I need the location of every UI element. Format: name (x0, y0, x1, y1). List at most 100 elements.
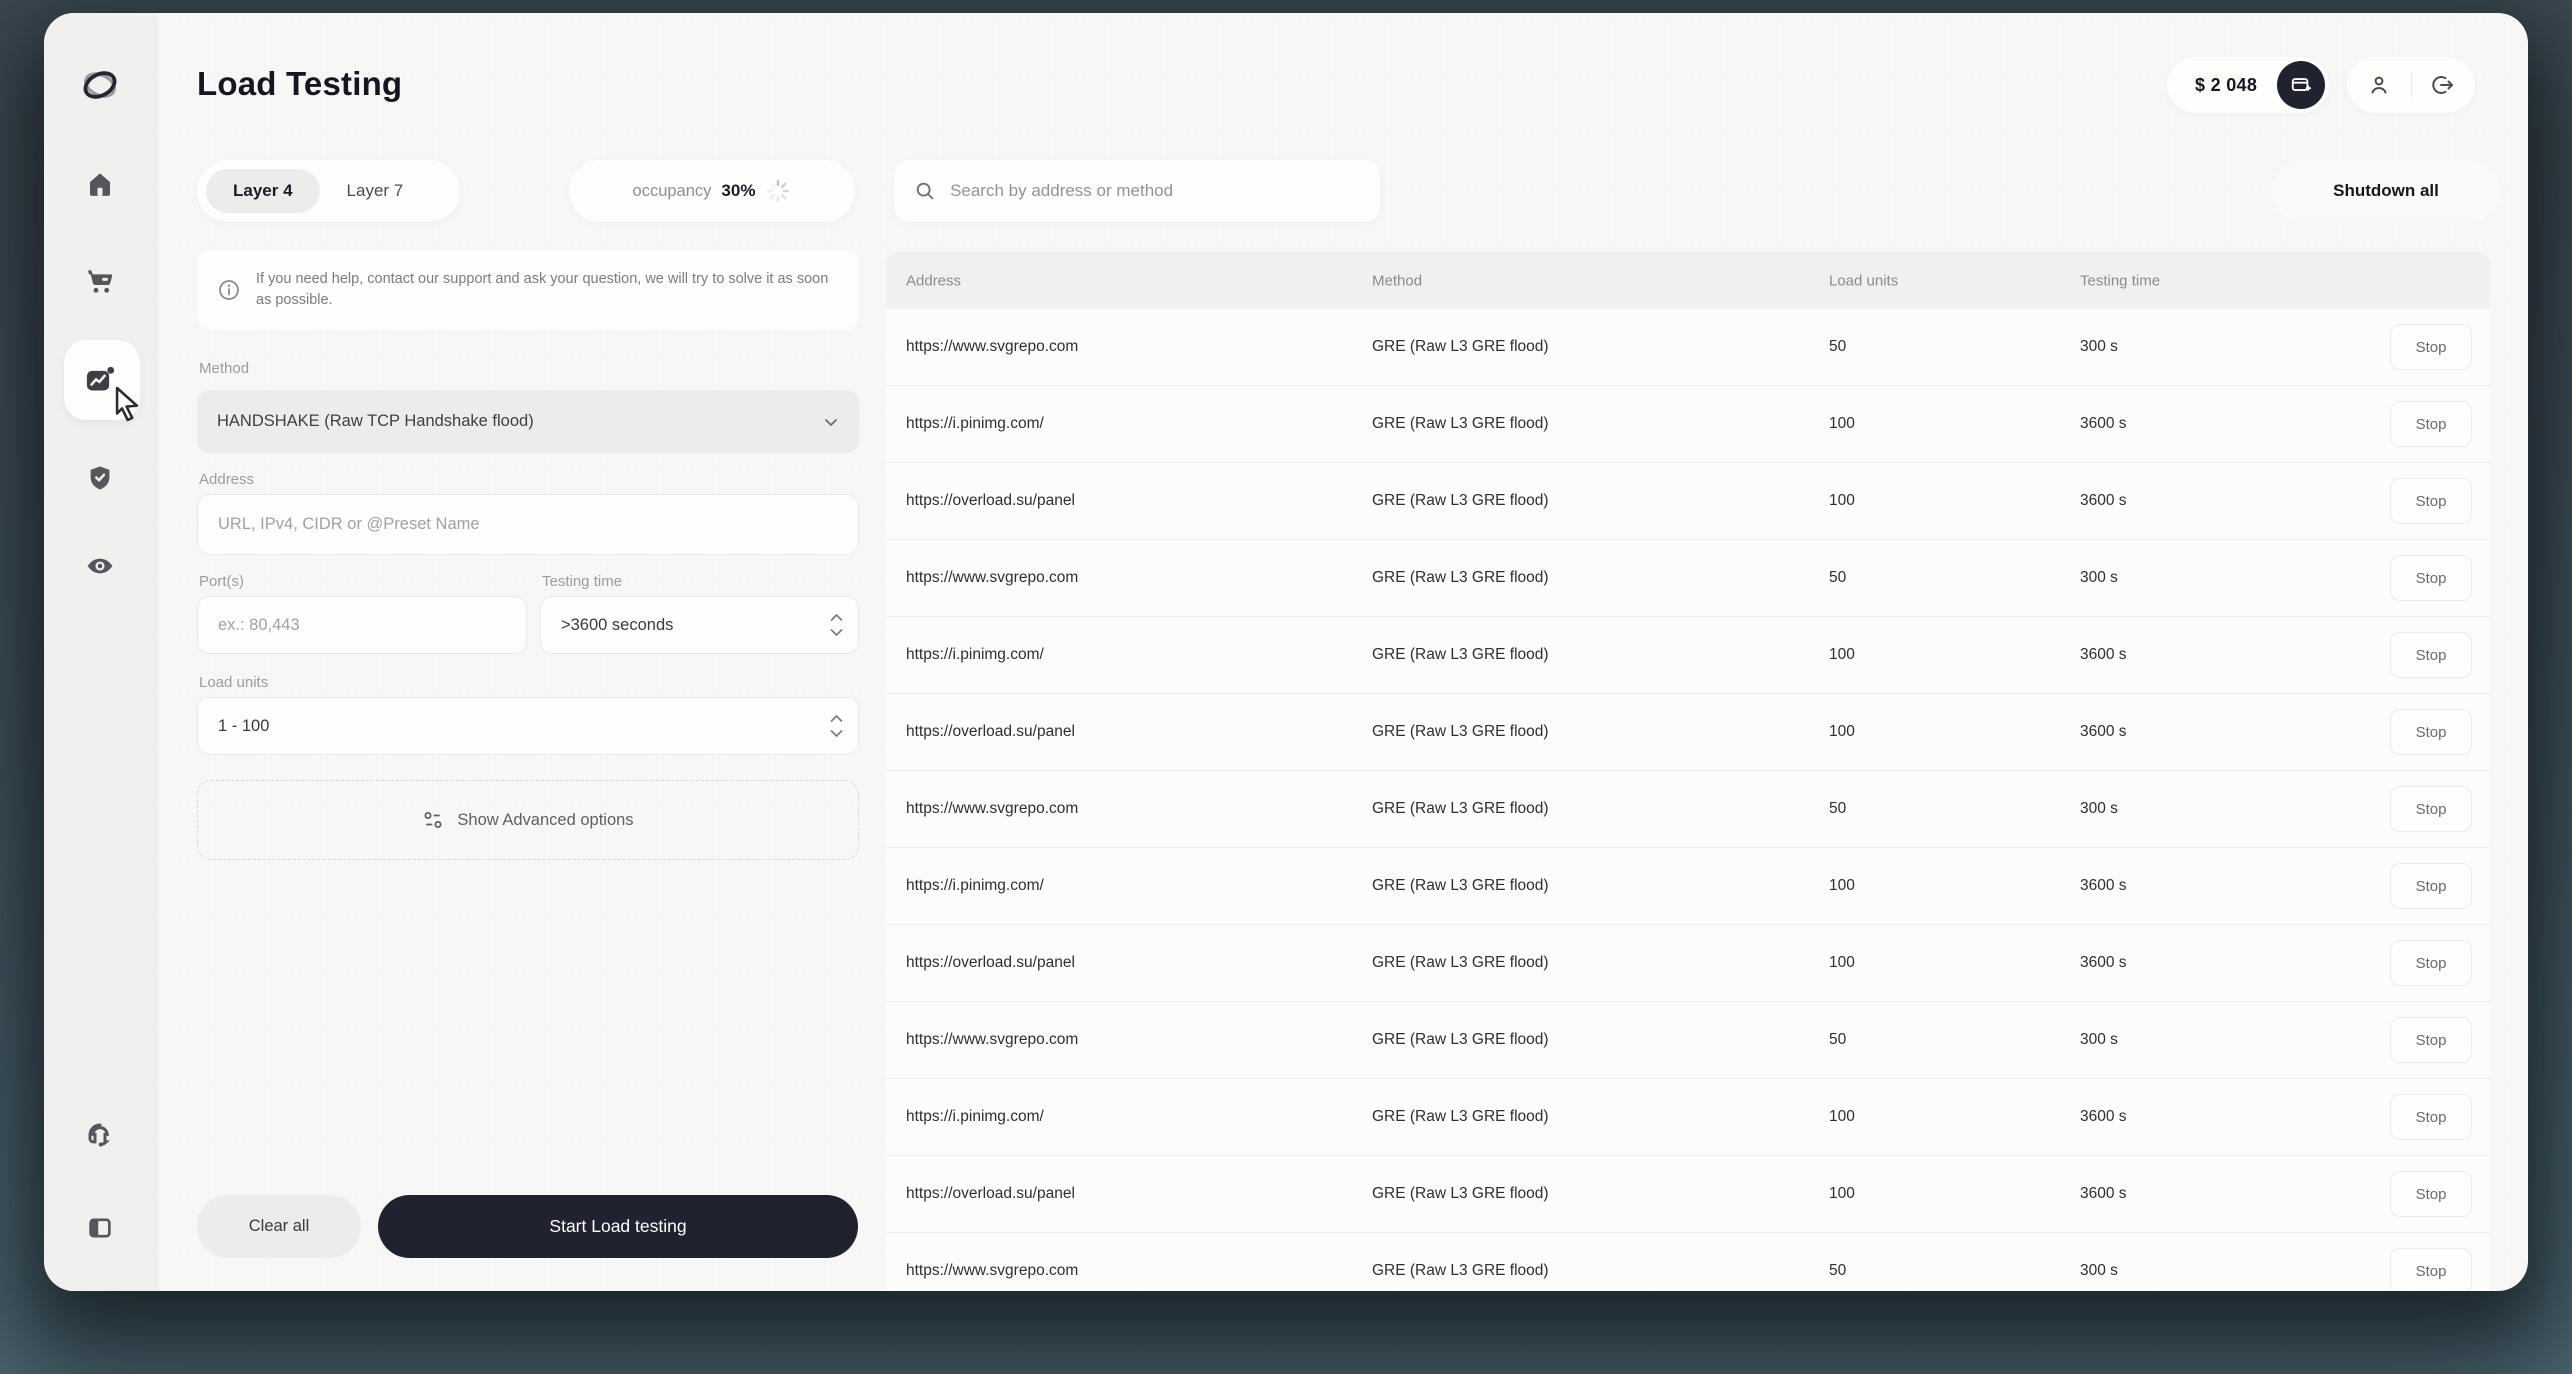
show-advanced-options-button[interactable]: Show Advanced options (197, 780, 859, 860)
start-load-testing-button[interactable]: Start Load testing (378, 1195, 858, 1258)
row-address: https://overload.su/panel (906, 954, 1075, 972)
stop-button[interactable]: Stop (2390, 555, 2472, 601)
profile-button[interactable] (2367, 73, 2391, 97)
load-testing-chart-icon (83, 363, 117, 397)
row-load-units: 100 (1829, 1108, 1855, 1126)
row-load-units: 100 (1829, 723, 1855, 741)
ports-input[interactable] (197, 596, 527, 654)
home-icon (85, 169, 115, 199)
load-units-stepper[interactable] (830, 715, 843, 738)
row-address: https://overload.su/panel (906, 492, 1075, 510)
load-units-input[interactable] (197, 697, 859, 755)
row-load-units: 100 (1829, 646, 1855, 664)
sidebar-item-security[interactable] (76, 454, 124, 502)
shutdown-all-button[interactable]: Shutdown all (2272, 160, 2500, 222)
address-input[interactable] (197, 494, 859, 555)
column-header-load-units: Load units (1829, 272, 1898, 289)
table-row: https://overload.su/panel GRE (Raw L3 GR… (886, 463, 2490, 540)
top-up-button[interactable] (2277, 61, 2325, 109)
tab-layer7[interactable]: Layer 7 (320, 169, 431, 213)
user-icon (2367, 73, 2391, 97)
logout-icon (2431, 73, 2455, 97)
sidebar-item-load-testing[interactable] (76, 356, 124, 404)
testing-time-stepper[interactable] (830, 614, 843, 637)
row-method: GRE (Raw L3 GRE flood) (1372, 877, 1549, 895)
row-load-units: 100 (1829, 492, 1855, 510)
sidebar-collapse-button[interactable] (76, 1204, 124, 1252)
load-units-label: Load units (199, 674, 268, 691)
row-address: https://i.pinimg.com/ (906, 1108, 1044, 1126)
row-method: GRE (Raw L3 GRE flood) (1372, 492, 1549, 510)
clear-all-button[interactable]: Clear all (197, 1195, 361, 1258)
stop-button[interactable]: Stop (2390, 632, 2472, 678)
stop-button[interactable]: Stop (2390, 1017, 2472, 1063)
chevron-down-icon (823, 414, 839, 430)
page-title: Load Testing (197, 65, 402, 103)
search-input[interactable] (950, 181, 1360, 201)
tab-layer4[interactable]: Layer 4 (206, 169, 320, 213)
address-label: Address (199, 471, 254, 488)
row-address: https://www.svgrepo.com (906, 800, 1078, 818)
table-row: https://www.svgrepo.com GRE (Raw L3 GRE … (886, 309, 2490, 386)
row-address: https://i.pinimg.com/ (906, 646, 1044, 664)
stop-button[interactable]: Stop (2390, 324, 2472, 370)
row-address: https://overload.su/panel (906, 1185, 1075, 1203)
testing-time-label: Testing time (542, 573, 622, 590)
sidebar-item-monitoring[interactable] (76, 542, 124, 590)
row-method: GRE (Raw L3 GRE flood) (1372, 646, 1549, 664)
advanced-options-icon (422, 809, 444, 831)
stepper-down-icon (830, 629, 843, 637)
stepper-up-icon (830, 614, 843, 622)
row-load-units: 100 (1829, 877, 1855, 895)
testing-time-input[interactable] (540, 596, 859, 654)
stop-button[interactable]: Stop (2390, 1248, 2472, 1291)
row-method: GRE (Raw L3 GRE flood) (1372, 800, 1549, 818)
headset-support-icon (85, 1120, 115, 1150)
column-header-testing-time: Testing time (2080, 272, 2160, 289)
row-load-units: 50 (1829, 1262, 1846, 1280)
column-header-method: Method (1372, 272, 1422, 289)
testing-time-field (540, 596, 859, 654)
cart-icon (84, 265, 116, 297)
row-testing-time: 3600 s (2080, 954, 2127, 972)
row-method: GRE (Raw L3 GRE flood) (1372, 1262, 1549, 1280)
row-address: https://www.svgrepo.com (906, 1262, 1078, 1280)
search-icon (914, 179, 936, 203)
row-testing-time: 3600 s (2080, 1185, 2127, 1203)
stop-button[interactable]: Stop (2390, 709, 2472, 755)
table-row: https://overload.su/panel GRE (Raw L3 GR… (886, 925, 2490, 1002)
stop-button[interactable]: Stop (2390, 863, 2472, 909)
row-load-units: 50 (1829, 569, 1846, 587)
row-address: https://i.pinimg.com/ (906, 877, 1044, 895)
sidebar-item-home[interactable] (76, 160, 124, 208)
row-method: GRE (Raw L3 GRE flood) (1372, 569, 1549, 587)
row-address: https://www.svgrepo.com (906, 338, 1078, 356)
logout-button[interactable] (2431, 73, 2455, 97)
method-select[interactable]: HANDSHAKE (Raw TCP Handshake flood) (197, 390, 859, 453)
row-load-units: 50 (1829, 1031, 1846, 1049)
load-units-field (197, 697, 859, 755)
method-value: HANDSHAKE (Raw TCP Handshake flood) (217, 412, 534, 431)
row-address: https://i.pinimg.com/ (906, 415, 1044, 433)
row-testing-time: 300 s (2080, 569, 2118, 587)
table-row: https://www.svgrepo.com GRE (Raw L3 GRE … (886, 1002, 2490, 1079)
table-body: https://www.svgrepo.com GRE (Raw L3 GRE … (886, 309, 2490, 1291)
row-testing-time: 300 s (2080, 800, 2118, 818)
row-testing-time: 3600 s (2080, 1108, 2127, 1126)
stop-button[interactable]: Stop (2390, 1171, 2472, 1217)
row-testing-time: 3600 s (2080, 723, 2127, 741)
stop-button[interactable]: Stop (2390, 786, 2472, 832)
sidebar-item-shop[interactable] (76, 257, 124, 305)
balance-widget: $ 2 048 (2167, 57, 2329, 113)
divider (2411, 73, 2412, 97)
stop-button[interactable]: Stop (2390, 940, 2472, 986)
stop-button[interactable]: Stop (2390, 401, 2472, 447)
stop-button[interactable]: Stop (2390, 1094, 2472, 1140)
stepper-down-icon (830, 730, 843, 738)
shield-check-icon (85, 463, 115, 493)
row-method: GRE (Raw L3 GRE flood) (1372, 1031, 1549, 1049)
account-widget (2347, 57, 2475, 113)
card-plus-icon (2290, 74, 2312, 96)
stop-button[interactable]: Stop (2390, 478, 2472, 524)
sidebar-item-support[interactable] (76, 1111, 124, 1159)
